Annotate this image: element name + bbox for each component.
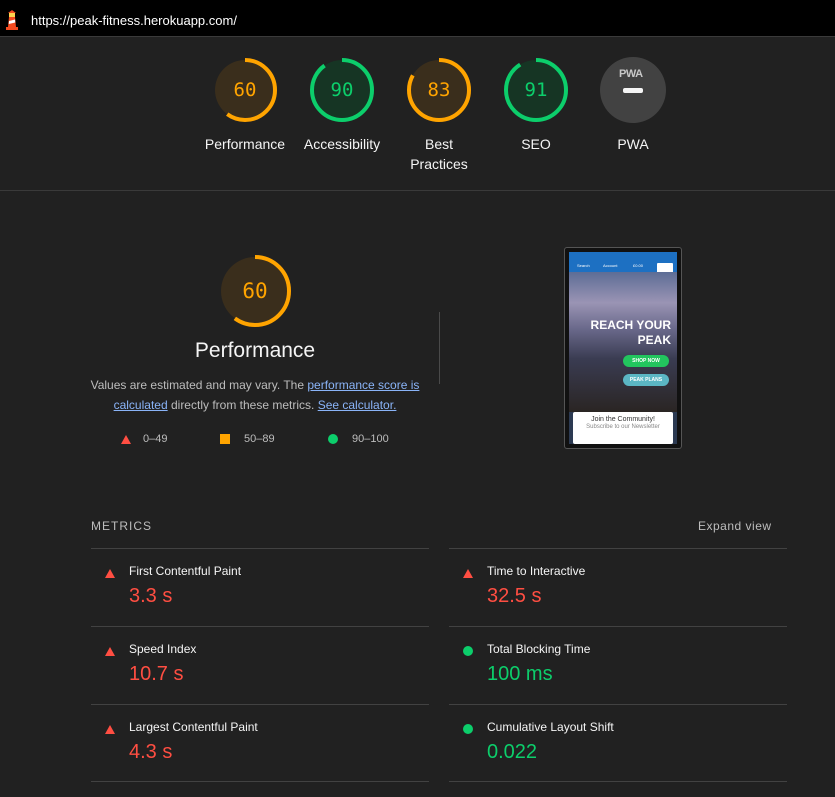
page-url[interactable]: https://peak-fitness.herokuapp.com/ (31, 13, 237, 28)
triangle-fail-icon (105, 647, 115, 656)
gauge-label: Performance (204, 136, 286, 152)
screenshot-screen: Search Account £0.00 REACH YOUR PEAK SHO… (569, 252, 677, 444)
shop-now-button: SHOP NOW (623, 355, 669, 367)
metric-name: Speed Index (129, 642, 197, 656)
metric-value: 10.7 s (129, 663, 184, 685)
metric-name: Cumulative Layout Shift (487, 720, 614, 734)
metric-value: 0.022 (487, 741, 538, 763)
square-average-icon (220, 434, 230, 444)
url-bar: https://peak-fitness.herokuapp.com/ (0, 0, 835, 37)
gauge-best-practices[interactable]: 83 Best Practices (384, 57, 494, 174)
metric-value: 100 ms (487, 663, 553, 685)
metric-name: Time to Interactive (487, 564, 586, 578)
metric-name: Largest Contentful Paint (129, 720, 258, 734)
metric-speed-index: Speed Index 10.7 s (91, 626, 429, 704)
metric-value: 4.3 s (129, 741, 173, 763)
gauge-score: 60 (233, 79, 257, 101)
gauge-accessibility[interactable]: 90 Accessibility (287, 57, 397, 154)
performance-description: Values are estimated and may vary. The p… (90, 375, 420, 415)
legend-average: 50–89 (220, 433, 275, 445)
description-text: directly from these metrics. (167, 398, 318, 412)
gauge-score: 83 (427, 79, 451, 101)
gauge-score: 90 (330, 79, 354, 101)
pwa-badge-icon: PWA (600, 57, 666, 123)
see-calculator-link[interactable]: See calculator. (318, 398, 397, 412)
gauge-seo[interactable]: 91 SEO (481, 57, 591, 154)
legend-fail: 0–49 (121, 433, 167, 445)
legend-range: 90–100 (352, 433, 389, 445)
metric-value: 3.3 s (129, 585, 173, 607)
nav-bag: £0.00 (633, 263, 644, 268)
hero-heading-line: REACH YOUR (590, 318, 671, 332)
hero-heading: REACH YOUR PEAK (571, 318, 671, 348)
metrics-heading: METRICS (91, 519, 152, 533)
legend-range: 50–89 (244, 433, 275, 445)
gauge-label: SEO (521, 136, 551, 152)
gauge-performance[interactable]: 60 Performance (190, 57, 300, 154)
metric-name: First Contentful Paint (129, 564, 242, 578)
triangle-fail-icon (121, 434, 131, 444)
pwa-dash-icon (623, 88, 643, 93)
performance-gauge-large: 60 (218, 254, 292, 328)
metric-value: 32.5 s (487, 585, 542, 607)
triangle-fail-icon (463, 569, 473, 578)
metrics-bottom-border (91, 781, 429, 782)
gauge-label: PWA (617, 136, 649, 152)
gauge-pwa[interactable]: PWA PWA (578, 57, 688, 154)
expand-view-toggle[interactable]: Expand view (698, 519, 772, 533)
circle-pass-icon (328, 434, 338, 444)
newsletter-subtitle: Subscribe to our Newsletter (586, 424, 660, 430)
lighthouse-icon (6, 10, 18, 30)
performance-title: Performance (194, 339, 316, 362)
nav-account: Account (603, 263, 618, 268)
gauge-label: Accessibility (303, 136, 381, 152)
peak-plans-button: PEAK PLANS (623, 374, 669, 386)
pwa-badge-text: PWA (619, 68, 643, 80)
metric-name: Total Blocking Time (487, 642, 591, 656)
gauge-score: 91 (524, 79, 548, 101)
metric-first-contentful-paint: First Contentful Paint 3.3 s (91, 548, 429, 626)
newsletter-title: Join the Community! (591, 416, 655, 423)
triangle-fail-icon (105, 569, 115, 578)
nav-search: Search (577, 263, 590, 268)
metric-cumulative-layout-shift: Cumulative Layout Shift 0.022 (449, 704, 787, 782)
circle-pass-icon (463, 646, 473, 656)
description-text: Values are estimated and may vary. The (90, 378, 308, 392)
hero-heading-line: PEAK (637, 333, 671, 347)
screenshot-navbar: Search Account £0.00 (569, 252, 677, 273)
metrics-bottom-border (449, 781, 787, 782)
category-gauges: 60 Performance 90 Accessibility 83 Best … (0, 37, 835, 191)
metric-time-to-interactive: Time to Interactive 32.5 s (449, 548, 787, 626)
metric-total-blocking-time: Total Blocking Time 100 ms (449, 626, 787, 704)
newsletter-card: Join the Community! Subscribe to our New… (573, 412, 673, 444)
gauge-label: Best Practices (410, 136, 468, 172)
performance-score: 60 (242, 279, 268, 303)
final-screenshot[interactable]: Search Account £0.00 REACH YOUR PEAK SHO… (564, 247, 682, 449)
legend-pass: 90–100 (328, 433, 389, 445)
divider (439, 312, 440, 384)
triangle-fail-icon (105, 725, 115, 734)
legend-range: 0–49 (143, 433, 168, 445)
circle-pass-icon (463, 724, 473, 734)
metric-largest-contentful-paint: Largest Contentful Paint 4.3 s (91, 704, 429, 782)
